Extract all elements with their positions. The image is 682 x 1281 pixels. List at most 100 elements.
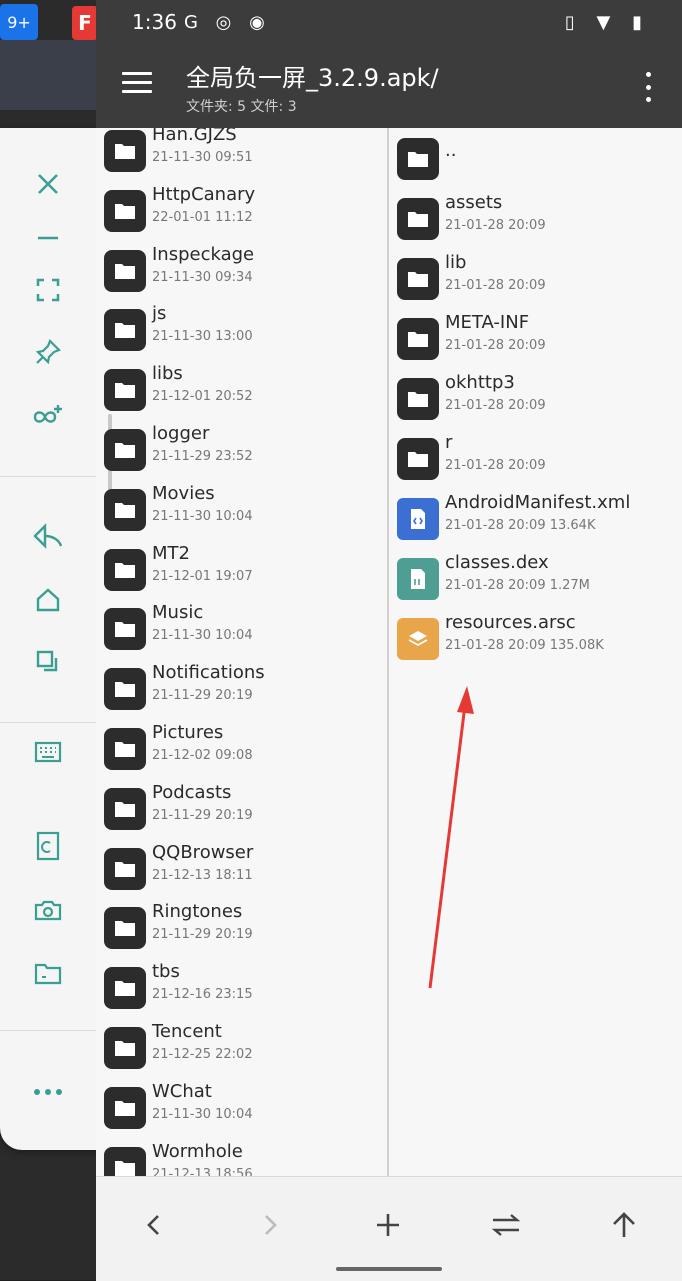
folder-icon <box>104 249 146 292</box>
pin-icon[interactable] <box>24 328 72 376</box>
app-toolbar: 全局负一屏_3.2.9.apk/ 文件夹: 5 文件: 3 <box>96 46 682 128</box>
item-name: Notifications <box>152 662 265 684</box>
folder-icon <box>104 1086 146 1129</box>
folder-icon <box>104 907 146 950</box>
more-icon[interactable] <box>24 1068 72 1116</box>
divider <box>0 722 110 723</box>
background-app-header <box>0 40 110 110</box>
item-name: assets <box>445 192 503 213</box>
folder-icon <box>104 787 146 830</box>
back-nav-icon[interactable] <box>130 1201 178 1249</box>
list-item[interactable]: Wormhole 21-12-13 18:56 <box>96 1137 387 1176</box>
camera-icon[interactable] <box>24 886 72 934</box>
status-time: 1:36 <box>132 10 177 34</box>
minimize-icon[interactable] <box>24 214 72 262</box>
folder-icon <box>104 668 146 711</box>
recent-apps-icon[interactable] <box>24 638 72 686</box>
list-item[interactable]: Tencent 21-12-25 22:02 <box>96 1017 387 1077</box>
xml-file-icon <box>397 498 439 540</box>
fullscreen-icon[interactable] <box>24 266 72 314</box>
item-name: libs <box>152 363 183 385</box>
folder-icon <box>104 847 146 890</box>
folder-icon <box>397 198 439 240</box>
folder-icon <box>397 318 439 360</box>
item-date: 21-11-30 10:04 <box>152 508 253 524</box>
list-item[interactable]: Ringtones 21-11-29 20:19 <box>96 897 387 957</box>
item-date: 21-11-30 13:00 <box>152 329 253 345</box>
folder-icon <box>104 548 146 591</box>
item-name: META-INF <box>445 312 530 333</box>
folder-icon <box>104 189 146 232</box>
folder-icon <box>104 369 146 412</box>
item-date: 22-01-01 11:12 <box>152 209 253 225</box>
folder-icon[interactable] <box>24 950 72 998</box>
list-item[interactable]: Podcasts 21-11-29 20:19 <box>96 778 387 838</box>
up-icon[interactable] <box>600 1201 648 1249</box>
left-pane[interactable]: Han.GJZS 21-11-30 09:51 HttpCanary 22-01-01… <box>96 128 389 1176</box>
item-date: 21-12-02 09:08 <box>152 748 253 763</box>
right-pane[interactable]: .. assets 21-01-28 20:09 lib 21-01-28 20:09 M… <box>389 128 682 1176</box>
forward-nav-icon[interactable] <box>246 1201 294 1249</box>
list-item[interactable]: Music 21-11-30 10:04 <box>96 598 387 658</box>
item-name: logger <box>152 423 210 444</box>
folder-icon <box>104 1027 146 1069</box>
status-right-icons: ▯ ▼ ▮ <box>564 12 650 33</box>
list-item[interactable]: .. <box>389 128 682 188</box>
list-item[interactable]: Inspeckage 21-11-30 09:34 <box>96 240 387 300</box>
list-item[interactable]: HttpCanary 22-01-01 11:12 <box>96 180 387 240</box>
list-item[interactable]: libs 21-12-01 20:52 <box>96 359 387 419</box>
divider <box>0 1030 110 1031</box>
item-name: okhttp3 <box>445 372 515 393</box>
home-indicator[interactable] <box>336 1267 442 1271</box>
app-icon-f: F <box>72 6 98 40</box>
folder-icon <box>397 258 439 300</box>
item-date: 21-01-28 20:09 <box>445 398 546 413</box>
menu-icon[interactable] <box>122 72 152 98</box>
back-icon[interactable] <box>24 512 72 560</box>
list-item[interactable]: WChat 21-11-30 10:04 <box>96 1077 387 1137</box>
folder-icon <box>104 608 146 651</box>
list-item[interactable]: QQBrowser 21-12-13 18:11 <box>96 838 387 898</box>
folder-icon <box>104 967 146 1010</box>
list-item[interactable]: META-INF 21-01-28 20:09 <box>389 308 682 368</box>
add-icon[interactable] <box>364 1201 412 1249</box>
item-date: 21-11-29 20:19 <box>152 807 253 823</box>
item-name: Pictures <box>152 722 224 743</box>
list-item[interactable]: resources.arsc 21-01-28 20:09 135.08K <box>389 608 682 668</box>
item-date: 21-11-30 09:51 <box>152 150 253 165</box>
item-date: 21-01-28 20:09 135.08K <box>445 638 604 653</box>
close-icon[interactable] <box>24 160 72 208</box>
item-date: 21-11-30 09:34 <box>152 269 253 285</box>
list-item[interactable]: Movies 21-11-30 10:04 <box>96 479 387 539</box>
item-name: Music <box>152 602 204 624</box>
list-item[interactable]: MT2 21-12-01 19:07 <box>96 539 387 599</box>
overflow-menu-icon[interactable] <box>644 72 652 102</box>
list-item[interactable]: logger 21-11-29 23:52 <box>96 419 387 479</box>
swap-icon[interactable] <box>482 1201 530 1249</box>
item-name: js <box>152 303 167 325</box>
item-date: 21-11-29 20:19 <box>152 688 253 704</box>
item-date: 21-01-28 20:09 <box>445 338 546 353</box>
item-date: 21-01-28 20:09 1.27M <box>445 578 590 593</box>
list-item[interactable]: r 21-01-28 20:09 <box>389 428 682 488</box>
list-item[interactable]: lib 21-01-28 20:09 <box>389 248 682 308</box>
list-item[interactable]: assets 21-01-28 20:09 <box>389 188 682 248</box>
list-item[interactable]: Han.GJZS 21-11-30 09:51 <box>96 128 387 180</box>
item-name: QQBrowser <box>152 841 254 863</box>
list-item[interactable]: js 21-11-30 13:00 <box>96 299 387 359</box>
list-item[interactable]: classes.dex 21-01-28 20:09 1.27M <box>389 548 682 608</box>
list-item[interactable]: Notifications 21-11-29 20:19 <box>96 658 387 718</box>
list-item[interactable]: okhttp3 21-01-28 20:09 <box>389 368 682 428</box>
item-name: MT2 <box>152 542 190 564</box>
divider <box>0 476 110 477</box>
item-date: 21-01-28 20:09 <box>445 458 546 473</box>
home-icon[interactable] <box>24 576 72 624</box>
item-date: 21-01-28 20:09 <box>445 218 546 233</box>
keyboard-icon[interactable] <box>24 728 72 776</box>
list-item[interactable]: tbs 21-12-16 23:15 <box>96 957 387 1017</box>
infinity-add-icon[interactable] <box>24 390 72 438</box>
list-item[interactable]: AndroidManifest.xml 21-01-28 20:09 13.64K <box>389 488 682 548</box>
list-item[interactable]: Pictures 21-12-02 09:08 <box>96 718 387 778</box>
item-name: classes.dex <box>445 552 549 573</box>
screenshot-icon[interactable] <box>24 822 72 870</box>
